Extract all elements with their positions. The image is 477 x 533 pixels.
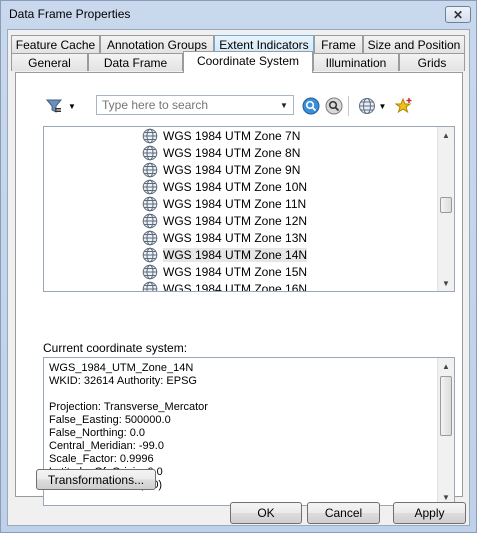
close-icon: ✕ [452, 7, 464, 22]
list-item-label: WGS 1984 UTM Zone 11N [163, 196, 307, 211]
scroll-thumb[interactable] [440, 197, 452, 213]
list-item[interactable]: WGS 1984 UTM Zone 12N [142, 212, 307, 229]
list-item[interactable]: WGS 1984 UTM Zone 14N [142, 246, 308, 263]
search-options-button[interactable] [324, 96, 344, 116]
tab-label: Coordinate System [196, 53, 300, 68]
list-item-label: WGS 1984 UTM Zone 7N [163, 128, 301, 143]
list-item[interactable]: WGS 1984 UTM Zone 9N [142, 161, 300, 178]
tab-label: Size and Position [367, 37, 461, 52]
list-item-label: WGS 1984 UTM Zone 10N [163, 179, 308, 194]
detail-line: False_Northing: 0.0 [49, 427, 145, 439]
tab-label: Data Frame [103, 55, 168, 70]
list-scrollbar[interactable]: ▲ ▼ [437, 127, 454, 291]
tab-label: General [28, 55, 71, 70]
list-item-label: WGS 1984 UTM Zone 16N [163, 281, 308, 292]
close-button[interactable]: ✕ [445, 6, 471, 23]
tab-size-and-position[interactable]: Size and Position [363, 35, 465, 53]
cancel-button[interactable]: Cancel [307, 502, 380, 524]
tab-data-frame[interactable]: Data Frame [88, 53, 183, 71]
list-item-label: WGS 1984 UTM Zone 13N [163, 230, 308, 245]
globe-icon [142, 162, 158, 177]
globe-icon [142, 145, 158, 160]
globe-icon [142, 281, 158, 291]
search-go-button[interactable] [301, 96, 321, 116]
list-item[interactable]: WGS 1984 UTM Zone 8N [142, 144, 300, 161]
globe-icon [142, 179, 158, 194]
globe-icon [142, 213, 158, 228]
chevron-down-icon: ▼ [378, 101, 387, 111]
list-item[interactable]: WGS 1984 UTM Zone 15N [142, 263, 307, 280]
chevron-down-icon: ▼ [280, 100, 288, 110]
star-add-icon [395, 97, 412, 114]
dialog-client: Feature Cache Annotation Groups Extent I… [7, 29, 470, 526]
globe-icon [142, 196, 158, 211]
tab-coordinate-system[interactable]: Coordinate System [183, 51, 313, 73]
list-item[interactable]: WGS 1984 UTM Zone 16N [142, 280, 308, 292]
chevron-up-icon: ▲ [442, 361, 450, 371]
chevron-up-icon: ▲ [442, 130, 450, 140]
list-item-label: WGS 1984 UTM Zone 14N [163, 247, 308, 262]
transformations-button[interactable]: Transformations... [36, 469, 156, 490]
detail-line: WKID: 32614 Authority: EPSG [49, 375, 197, 387]
globe-icon [142, 247, 158, 262]
detail-line: WGS_1984_UTM_Zone_14N [49, 362, 194, 374]
globe-icon [358, 98, 375, 114]
window-title: Data Frame Properties [9, 7, 131, 21]
tab-feature-cache[interactable]: Feature Cache [11, 35, 100, 53]
scroll-down-button[interactable]: ▼ [438, 275, 454, 291]
tab-label: Annotation Groups [106, 37, 208, 52]
list-item-label: WGS 1984 UTM Zone 15N [163, 264, 308, 279]
toolbar-separator [348, 96, 349, 116]
chevron-down-icon: ▼ [68, 101, 76, 111]
globe-icon [142, 264, 158, 279]
coordinate-system-list[interactable]: WGS 1984 UTM Zone 7N WGS 1984 UTM Zone 8N… [43, 126, 455, 292]
detail-line: Central_Meridian: -99.0 [49, 440, 164, 452]
add-favorite-button[interactable] [394, 96, 414, 116]
detail-line: False_Easting: 500000.0 [49, 414, 171, 426]
list-item[interactable]: WGS 1984 UTM Zone 11N [142, 195, 306, 212]
details-scrollbar[interactable]: ▲ ▼ [437, 358, 454, 505]
scroll-up-button[interactable]: ▲ [438, 358, 454, 374]
tab-label: Feature Cache [15, 37, 96, 52]
search-icon [302, 97, 320, 115]
current-system-label: Current coordinate system: [43, 341, 188, 355]
tab-grids[interactable]: Grids [399, 53, 465, 71]
detail-line: Scale_Factor: 0.9996 [49, 453, 154, 465]
list-item-label: WGS 1984 UTM Zone 12N [163, 213, 308, 228]
search-options-icon [325, 97, 343, 115]
list-item-label: WGS 1984 UTM Zone 9N [163, 162, 301, 177]
tab-label: Extent Indicators [219, 37, 309, 52]
ok-button[interactable]: OK [230, 502, 302, 524]
tab-illumination[interactable]: Illumination [313, 53, 399, 71]
globe-icon [142, 128, 158, 143]
list-item[interactable]: WGS 1984 UTM Zone 10N [142, 178, 307, 195]
globe-icon [142, 230, 158, 245]
globe-menu-button[interactable]: ▼ [354, 96, 390, 116]
search-box: ▼ [96, 95, 294, 115]
detail-line: Projection: Transverse_Mercator [49, 401, 208, 413]
title-bar[interactable]: Data Frame Properties ✕ [1, 1, 476, 29]
search-input[interactable] [97, 96, 275, 114]
tab-general[interactable]: General [11, 53, 88, 71]
list-item[interactable]: WGS 1984 UTM Zone 13N [142, 229, 307, 246]
chevron-down-icon: ▼ [442, 492, 450, 502]
tab-label: Illumination [325, 55, 387, 70]
filter-icon [46, 99, 63, 113]
apply-button[interactable]: Apply [393, 502, 466, 524]
chevron-down-icon: ▼ [442, 278, 450, 288]
scroll-up-button[interactable]: ▲ [438, 127, 454, 143]
filter-button[interactable]: ▼ [44, 97, 78, 115]
scroll-thumb[interactable] [440, 376, 452, 436]
search-history-dropdown[interactable]: ▼ [277, 98, 291, 112]
list-item[interactable]: WGS 1984 UTM Zone 7N [142, 127, 300, 144]
dialog-window: Data Frame Properties ✕ Feature Cache An… [0, 0, 477, 533]
list-item-label: WGS 1984 UTM Zone 8N [163, 145, 301, 160]
tab-label: Frame [321, 37, 356, 52]
tab-label: Grids [417, 55, 447, 70]
tab-frame[interactable]: Frame [314, 35, 363, 53]
coordinate-system-panel: ▼ ▼ [15, 72, 463, 506]
